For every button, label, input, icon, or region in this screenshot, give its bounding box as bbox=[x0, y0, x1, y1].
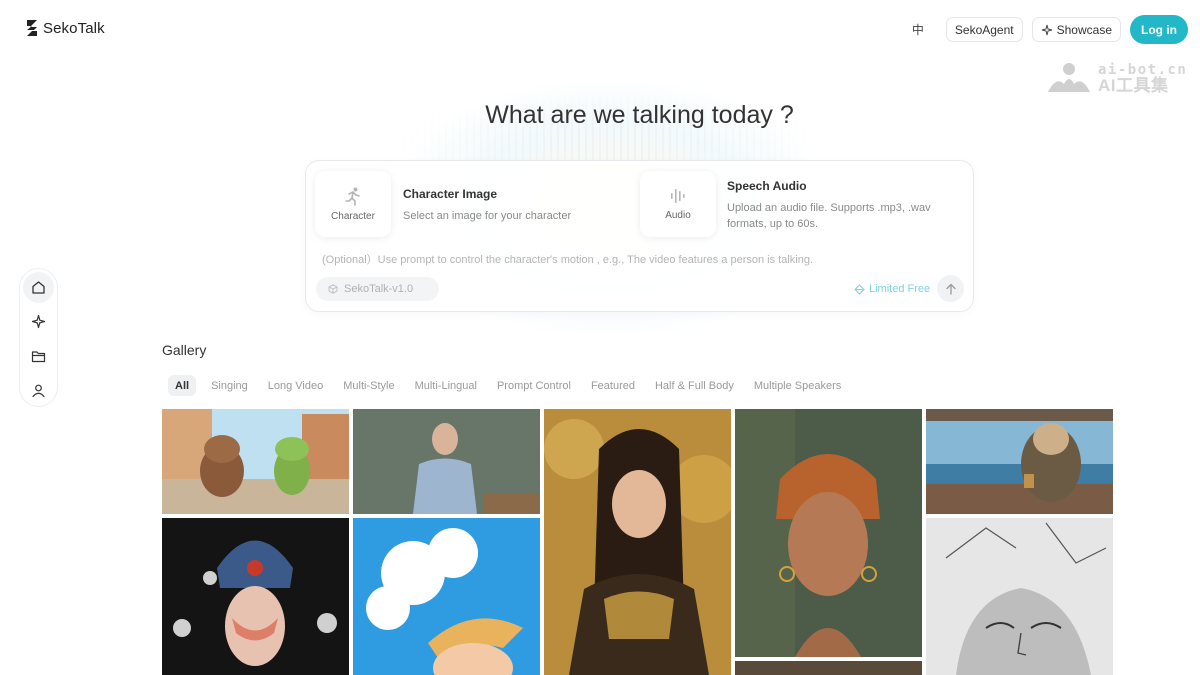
sparkle-icon bbox=[31, 315, 46, 329]
speaker-thumbnail bbox=[353, 409, 540, 514]
audio-title: Speech Audio bbox=[727, 179, 807, 193]
app-name: SekoTalk bbox=[43, 19, 105, 37]
filter-half-full-body[interactable]: Half & Full Body bbox=[645, 375, 744, 396]
character-upload-button[interactable]: Character bbox=[315, 171, 391, 237]
logo-icon bbox=[27, 20, 37, 36]
cube-icon bbox=[328, 284, 338, 294]
audio-desc-line2: formats, up to 60s. bbox=[727, 218, 819, 230]
rail-home[interactable] bbox=[23, 272, 54, 303]
limited-free-badge: Limited Free bbox=[854, 283, 930, 295]
rail-projects[interactable] bbox=[23, 341, 54, 372]
sekoagent-label: SekoAgent bbox=[954, 22, 1014, 37]
app-logo[interactable]: SekoTalk bbox=[25, 18, 105, 38]
cartoon-animals-thumbnail bbox=[162, 409, 349, 514]
showcase-button[interactable]: Showcase bbox=[1031, 17, 1121, 42]
filter-multi-lingual[interactable]: Multi-Lingual bbox=[405, 375, 487, 396]
gallery-card-sloth-train[interactable] bbox=[926, 409, 1113, 514]
anime-thumbnail bbox=[353, 518, 540, 675]
rail-create[interactable] bbox=[23, 307, 54, 338]
filter-all[interactable]: All bbox=[168, 375, 197, 396]
partial-thumbnail bbox=[735, 661, 922, 675]
filter-prompt-control[interactable]: Prompt Control bbox=[487, 375, 581, 396]
gallery-card-sketch-face[interactable] bbox=[926, 518, 1113, 675]
opera-thumbnail bbox=[162, 518, 349, 675]
showcase-label: Showcase bbox=[1056, 22, 1112, 37]
running-person-icon bbox=[345, 187, 360, 206]
filter-multi-style[interactable]: Multi-Style bbox=[333, 375, 404, 396]
filter-singing[interactable]: Singing bbox=[201, 375, 258, 396]
sparkle-icon bbox=[1041, 24, 1052, 35]
diamond-icon bbox=[854, 283, 865, 295]
gallery-card-painted-woman[interactable] bbox=[735, 409, 922, 657]
character-tile-label: Character bbox=[331, 211, 375, 222]
sloth-train-thumbnail bbox=[926, 409, 1113, 514]
prompt-input[interactable]: (Optional）Use prompt to control the char… bbox=[322, 251, 813, 267]
gallery-card-cartoon-animals[interactable] bbox=[162, 409, 349, 514]
gallery-card-opera[interactable] bbox=[162, 518, 349, 675]
model-name: SekoTalk-v1.0 bbox=[344, 283, 414, 295]
language-toggle[interactable]: 中 bbox=[907, 17, 929, 43]
filter-long-video[interactable]: Long Video bbox=[258, 375, 333, 396]
golden-warrior-thumbnail bbox=[544, 409, 731, 675]
gallery-title: Gallery bbox=[162, 342, 207, 358]
sekoagent-button[interactable]: SekoAgent bbox=[945, 17, 1023, 42]
audio-tile-label: Audio bbox=[665, 210, 691, 221]
watermark-brand: AI工具集 bbox=[1098, 75, 1169, 95]
character-title: Character Image bbox=[403, 187, 498, 201]
rail-profile[interactable] bbox=[23, 376, 54, 407]
top-nav: 中 SekoAgent Showcase Log in bbox=[907, 15, 1188, 44]
submit-button[interactable] bbox=[937, 275, 964, 302]
character-desc: Select an image for your character bbox=[403, 210, 572, 222]
folder-icon bbox=[31, 351, 46, 362]
page-title: What are we talking today ? bbox=[485, 101, 794, 129]
generation-composer: Character Character Image Select an imag… bbox=[305, 160, 974, 312]
watermark: ai-bot.cn AI工具集 bbox=[1046, 62, 1187, 94]
user-icon bbox=[32, 384, 45, 398]
filter-multiple-speakers[interactable]: Multiple Speakers bbox=[744, 375, 851, 396]
filter-featured[interactable]: Featured bbox=[581, 375, 645, 396]
model-selector[interactable]: SekoTalk-v1.0 bbox=[316, 277, 439, 301]
gallery-card-anime[interactable] bbox=[353, 518, 540, 675]
gallery-card-speaker[interactable] bbox=[353, 409, 540, 514]
watermark-logo-icon bbox=[1048, 63, 1090, 92]
limited-free-label: Limited Free bbox=[869, 283, 931, 295]
gallery-card-golden-warrior[interactable] bbox=[544, 409, 731, 675]
audio-wave-icon bbox=[671, 189, 685, 203]
arrow-up-icon bbox=[945, 283, 956, 295]
login-button[interactable]: Log in bbox=[1130, 15, 1188, 44]
gallery-filters: All Singing Long Video Multi-Style Multi… bbox=[168, 375, 851, 396]
sketch-face-thumbnail bbox=[926, 518, 1113, 675]
audio-upload-button[interactable]: Audio bbox=[640, 171, 716, 237]
gallery-card-partial[interactable] bbox=[735, 661, 922, 675]
painted-woman-thumbnail bbox=[735, 409, 922, 657]
side-rail bbox=[19, 268, 58, 407]
home-icon bbox=[32, 281, 45, 294]
watermark-domain: ai-bot.cn bbox=[1098, 61, 1188, 78]
audio-desc-line1: Upload an audio file. Supports .mp3, .wa… bbox=[727, 202, 931, 214]
